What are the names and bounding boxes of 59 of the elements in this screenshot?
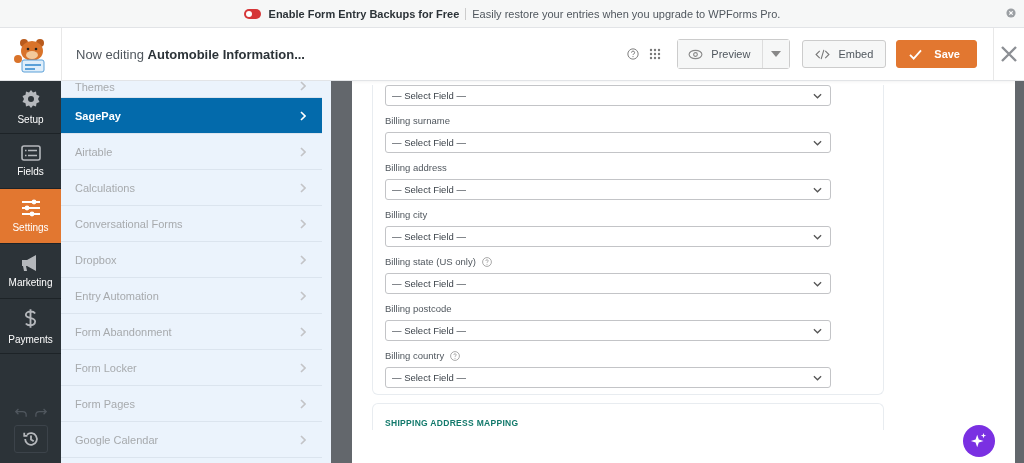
- chevron-right-icon: [300, 182, 306, 193]
- banner-text: Easily restore your entries when you upgrade to WPForms Pro.: [472, 7, 781, 20]
- form-title: Now editing Automobile Information...: [76, 46, 306, 62]
- field-label: Billing postcode: [385, 303, 452, 314]
- chevron-down-icon: [813, 186, 822, 193]
- help-icon[interactable]: [450, 350, 461, 361]
- chevron-right-icon: [300, 290, 306, 301]
- assistant-button[interactable]: [963, 425, 995, 457]
- chevron-down-icon: [813, 327, 822, 334]
- eye-icon: [688, 48, 704, 60]
- field-label: Billing address: [385, 162, 447, 173]
- chevron-right-icon: [300, 362, 306, 373]
- embed-button[interactable]: Embed: [802, 40, 887, 68]
- gear-icon: [20, 89, 41, 109]
- chevron-right-icon: [300, 81, 306, 91]
- field-label: Billing city: [385, 209, 428, 220]
- dropdown-button[interactable]: [762, 40, 790, 68]
- field-label: Billing state (US only): [385, 256, 476, 267]
- sliders-icon: [20, 199, 41, 217]
- chevron-down-icon: [813, 374, 822, 381]
- section-heading: SHIPPING ADDRESS MAPPING: [385, 418, 519, 428]
- chevron-down-icon: [813, 92, 822, 99]
- select-field[interactable]: — Select Field —: [385, 226, 831, 247]
- select-field[interactable]: — Select Field —: [385, 273, 831, 294]
- field-label: Billing country: [385, 350, 445, 361]
- chevron-right-icon: [300, 326, 306, 337]
- code-icon: [815, 48, 831, 60]
- toggle-switch[interactable]: [243, 8, 261, 19]
- field-label: Billing surname: [385, 115, 450, 126]
- chevron-right-icon: [300, 146, 306, 157]
- select-field[interactable]: — Select Field —: [385, 85, 831, 106]
- select-field[interactable]: — Select Field —: [385, 320, 831, 341]
- checkmark-icon: [909, 48, 923, 60]
- revisions-button[interactable]: [13, 425, 48, 453]
- close-icon[interactable]: [1006, 8, 1016, 18]
- select-field[interactable]: — Select Field —: [385, 179, 831, 200]
- help-icon[interactable]: [481, 256, 492, 267]
- chevron-right-icon: [300, 434, 306, 445]
- chevron-right-icon: [300, 254, 306, 265]
- select-field[interactable]: — Select Field —: [385, 367, 831, 388]
- dollar-icon: [24, 307, 37, 329]
- chevron-right-icon: [300, 218, 306, 229]
- help-icon[interactable]: [627, 48, 640, 60]
- chevron-down-icon: [813, 280, 822, 287]
- select-field[interactable]: — Select Field —: [385, 132, 831, 153]
- banner-title: Enable Form Entry Backups for Free: [268, 7, 460, 20]
- undo-icon[interactable]: [14, 408, 27, 417]
- chevron-right-icon: [300, 398, 306, 409]
- list-icon: [20, 145, 41, 161]
- caret-icon: [771, 51, 782, 57]
- chevron-down-icon: [813, 233, 822, 240]
- redo-icon[interactable]: [34, 408, 47, 417]
- grid-menu-icon[interactable]: [649, 48, 662, 60]
- scrollbar[interactable]: [1015, 81, 1024, 463]
- close-icon[interactable]: [1001, 46, 1017, 62]
- chevron-down-icon: [813, 139, 822, 146]
- submenu-item[interactable]: SagePay: [61, 98, 322, 134]
- chevron-right-icon: [300, 110, 306, 121]
- history-icon: [21, 430, 40, 448]
